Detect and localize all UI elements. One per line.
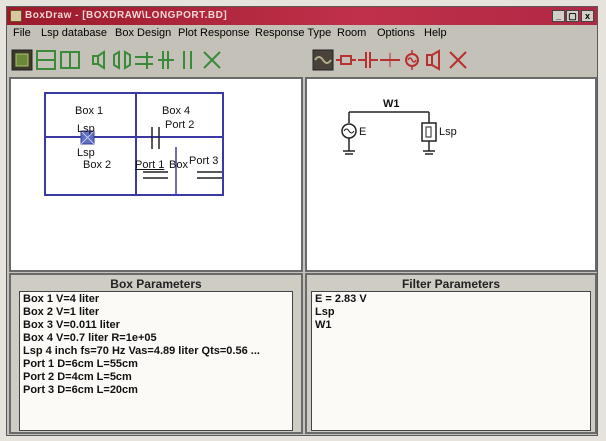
port1-label: Port 1 xyxy=(135,159,165,171)
list-item[interactable]: E = 2.83 V xyxy=(315,293,590,306)
split-horizontal-icon[interactable] xyxy=(35,49,57,71)
window-title: BoxDraw - [BOXDRAW\LONGPORT.BD] xyxy=(25,10,228,21)
menu-plot-response[interactable]: Plot Response xyxy=(178,27,250,39)
source-label: E xyxy=(359,126,367,138)
source-icon[interactable] xyxy=(401,49,423,71)
resistor-icon[interactable] xyxy=(335,49,357,71)
box-design-canvas[interactable] xyxy=(11,79,301,270)
wire-tool-icon[interactable] xyxy=(312,49,334,71)
box-design-pane[interactable]: Box 1 Box 4 Port 2 Lsp Lsp Box 2 Port 1 … xyxy=(9,77,303,272)
delete-element-icon[interactable] xyxy=(447,49,469,71)
passive-radiator-icon[interactable] xyxy=(155,49,177,71)
app-icon[interactable] xyxy=(10,10,22,22)
box-parameters-pane: Box Parameters Box 1 V=4 liter Box 2 V=1… xyxy=(9,273,303,434)
port-icon[interactable] xyxy=(133,49,155,71)
menu-file[interactable]: File xyxy=(13,27,31,39)
w1-label: W1 xyxy=(383,98,400,110)
list-item[interactable]: Box 1 V=4 liter xyxy=(23,293,292,306)
menu-bar: File Lsp database Box Design Plot Respon… xyxy=(7,26,597,42)
menu-room[interactable]: Room xyxy=(337,27,366,39)
list-item[interactable]: Lsp 4 inch fs=70 Hz Vas=4.89 liter Qts=0… xyxy=(23,345,292,358)
lsp-bottom-label: Lsp xyxy=(77,147,95,159)
speaker-pair-icon[interactable] xyxy=(111,49,133,71)
port2-label: Port 2 xyxy=(165,119,195,131)
select-box-tool-icon[interactable] xyxy=(11,49,33,71)
lsp-element-label: Lsp xyxy=(439,126,457,138)
menu-help[interactable]: Help xyxy=(424,27,447,39)
filter-circuit-canvas[interactable] xyxy=(307,79,595,270)
delete-box-icon[interactable] xyxy=(201,49,223,71)
filter-circuit-pane[interactable]: W1 E Lsp xyxy=(305,77,597,272)
list-item[interactable]: Box 3 V=0.011 liter xyxy=(23,319,292,332)
menu-lsp-database[interactable]: Lsp database xyxy=(41,27,107,39)
list-item[interactable]: Port 3 D=6cm L=20cm xyxy=(23,384,292,397)
main-window: BoxDraw - [BOXDRAW\LONGPORT.BD] _ ▢ x Fi… xyxy=(6,6,598,436)
inductor-icon[interactable] xyxy=(379,49,401,71)
list-item[interactable]: Lsp xyxy=(315,306,590,319)
title-bar[interactable]: BoxDraw - [BOXDRAW\LONGPORT.BD] _ ▢ x xyxy=(7,7,597,25)
capacitor-icon[interactable] xyxy=(357,49,379,71)
port3-label: Port 3 xyxy=(189,155,219,167)
menu-box-design[interactable]: Box Design xyxy=(115,27,171,39)
toolbar xyxy=(7,43,597,77)
lsp-top-label: Lsp xyxy=(77,123,95,135)
filter-parameters-pane: Filter Parameters E = 2.83 V Lsp W1 xyxy=(305,273,597,434)
box3-label: Box xyxy=(169,159,188,171)
maximize-button[interactable]: ▢ xyxy=(566,10,579,22)
loudspeaker-element-icon[interactable] xyxy=(423,49,445,71)
menu-options[interactable]: Options xyxy=(377,27,415,39)
list-item[interactable]: Box 2 V=1 liter xyxy=(23,306,292,319)
close-button[interactable]: x xyxy=(581,10,594,22)
list-item[interactable]: Port 2 D=4cm L=5cm xyxy=(23,371,292,384)
box2-label: Box 2 xyxy=(83,159,112,171)
list-item[interactable]: W1 xyxy=(315,319,590,332)
box-parameters-title: Box Parameters xyxy=(110,277,202,291)
list-item[interactable]: Port 1 D=6cm L=55cm xyxy=(23,358,292,371)
menu-response-type[interactable]: Response Type xyxy=(255,27,331,39)
list-item[interactable]: Box 4 V=0.7 liter R=1e+05 xyxy=(23,332,292,345)
box1-label: Box 1 xyxy=(75,105,104,117)
split-vertical-icon[interactable] xyxy=(59,49,81,71)
box-parameters-list[interactable]: Box 1 V=4 liter Box 2 V=1 liter Box 3 V=… xyxy=(19,291,293,431)
speaker-icon[interactable] xyxy=(89,49,111,71)
filter-parameters-list[interactable]: E = 2.83 V Lsp W1 xyxy=(311,291,591,431)
wall-icon[interactable] xyxy=(177,49,199,71)
minimize-button[interactable]: _ xyxy=(552,10,565,22)
filter-parameters-title: Filter Parameters xyxy=(401,277,501,291)
box4-label: Box 4 xyxy=(162,105,191,117)
